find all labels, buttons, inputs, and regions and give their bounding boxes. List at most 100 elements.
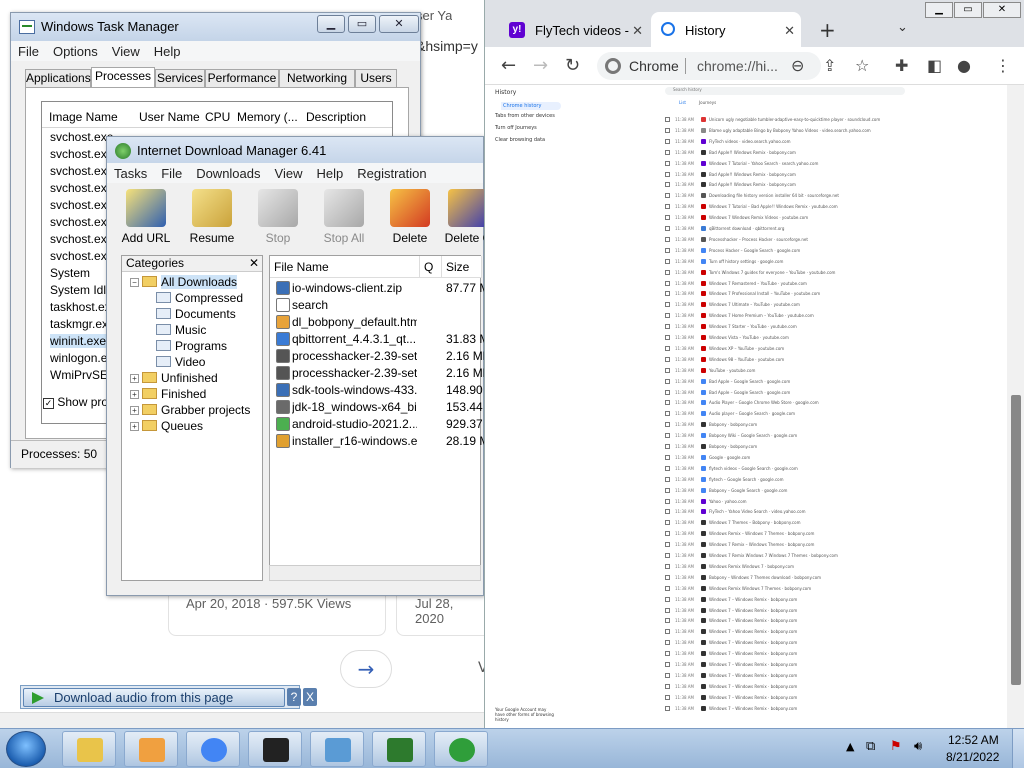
taskbar-app-task-manager[interactable] — [372, 731, 426, 767]
tab-performance[interactable]: Performance — [205, 69, 279, 87]
checkbox-icon[interactable]: ✓ — [43, 398, 54, 409]
taskbar-app-explorer[interactable] — [62, 731, 116, 767]
category-item[interactable]: + Unfinished — [130, 371, 218, 385]
page-title-link[interactable]: Bobpony · bobpony.com — [709, 422, 889, 427]
page-title-link[interactable]: Windows 7 Professional Install – YouTube… — [709, 291, 889, 296]
history-row[interactable]: 11:38 AM Audio Player – Google Chrome Web… — [661, 398, 897, 409]
delete-button[interactable]: Delete — [379, 187, 441, 251]
row-checkbox[interactable] — [665, 553, 670, 558]
history-row[interactable]: 11:38 AM Windows Vista – YouTube · youtub… — [661, 333, 897, 344]
history-row[interactable]: 11:38 AM FlyTech – Yahoo Video Search · v… — [661, 507, 897, 518]
row-checkbox[interactable] — [665, 629, 670, 635]
page-title-link[interactable]: Windows XP – YouTube · youtube.com — [709, 346, 889, 351]
page-title-link[interactable]: Processhacker – Process Hacker · sourcef… — [709, 237, 889, 242]
history-row[interactable]: 11:38 AM Windows 7 – Windows Remix · bobp… — [661, 595, 897, 606]
column-user-name[interactable]: User Name — [139, 110, 200, 124]
minimize-button[interactable]: ▁ — [317, 15, 345, 33]
page-title-link[interactable]: Windows 7 Tutorial – Yahoo Search · sear… — [709, 161, 889, 166]
history-row[interactable]: 11:38 AM Bobpony Wiki – Google Search · g… — [661, 431, 897, 442]
row-checkbox[interactable] — [665, 618, 670, 624]
file-row[interactable]: processhacker-2.39-set... 2.16 ME — [270, 348, 486, 365]
row-checkbox[interactable] — [665, 662, 670, 667]
show-processes-checkbox[interactable]: ✓ Show proc — [43, 395, 114, 409]
close-panel-icon[interactable]: ✕ — [249, 256, 259, 270]
page-title-link[interactable]: Unicorn ugly negotiable tumbler-adaptive… — [709, 117, 889, 122]
background-url-fragment[interactable]: &hsimp=y — [416, 38, 478, 54]
history-row[interactable]: 11:38 AM Downloading file history version… — [661, 191, 897, 202]
page-title-link[interactable]: Windows 7 – Windows Remix · bobpony.com — [709, 608, 889, 613]
page-title-link[interactable]: Windows 7 – Windows Remix · bobpony.com — [709, 706, 889, 711]
file-row[interactable]: installer_r16-windows.exe 28.19 M — [270, 433, 486, 450]
page-title-link[interactable]: Windows Vista – YouTube · youtube.com — [709, 335, 889, 340]
taskbar-app-chrome[interactable] — [186, 731, 240, 767]
row-checkbox[interactable] — [665, 509, 670, 515]
expand-icon[interactable]: + — [130, 406, 139, 415]
taskbar-app-media-player[interactable] — [124, 731, 178, 767]
column-image-name[interactable]: Image Name — [49, 110, 118, 124]
expand-icon[interactable]: + — [130, 374, 139, 383]
page-title-link[interactable]: Bad Apple – Google Search · google.com — [709, 379, 889, 384]
history-row[interactable]: 11:38 AM Windows 7 – Windows Remix · bobp… — [661, 606, 897, 617]
menu-downloads[interactable]: Downloads — [189, 163, 267, 181]
network-icon[interactable]: ⧉ — [866, 739, 875, 754]
history-row[interactable]: 11:38 AM Windows 7 – Windows Remix · bobp… — [661, 682, 897, 693]
page-title-link[interactable]: Windows 7 Home Premium – YouTube · youtu… — [709, 313, 889, 318]
history-row[interactable]: 11:38 AM Windows 7 Remix – Windows Themes… — [661, 540, 897, 551]
history-row[interactable]: 11:38 AM Windows 7 – Windows Remix · bobp… — [661, 704, 897, 715]
expand-icon[interactable]: + — [130, 390, 139, 399]
row-checkbox[interactable] — [665, 215, 670, 221]
page-title-link[interactable]: Bad Apple!! Windows Remix · bobpony.com — [709, 182, 889, 187]
history-row[interactable]: 11:38 AM Windows 7 Starter – YouTube · yo… — [661, 322, 897, 333]
history-row[interactable]: 11:38 AM Windows 7 Professional Install –… — [661, 289, 897, 300]
menu-kebab-icon[interactable]: ⋮ — [995, 56, 1011, 75]
history-row[interactable]: 11:38 AM Windows 7 Home Premium – YouTube… — [661, 311, 897, 322]
row-checkbox[interactable] — [665, 356, 670, 362]
page-title-link[interactable]: Bad Apple – Google Search · google.com — [709, 390, 889, 395]
row-checkbox[interactable] — [665, 640, 670, 646]
history-row[interactable]: 11:38 AM Windows Remix Windows 7 Themes ·… — [661, 584, 897, 595]
maximize-button[interactable]: ▭ — [954, 2, 982, 18]
row-checkbox[interactable] — [665, 574, 670, 580]
history-tab-list[interactable]: List — [679, 100, 686, 105]
taskbar-app-idm[interactable] — [434, 731, 488, 767]
category-item[interactable]: + Grabber projects — [130, 403, 250, 417]
history-row[interactable]: 11:38 AM Bad Apple!! Windows Remix · bobp… — [661, 148, 897, 159]
history-row[interactable]: 11:38 AM Windows 7 Themes – Bobpony · bob… — [661, 518, 897, 529]
page-title-link[interactable]: Windows 7 – Windows Remix · bobpony.com — [709, 695, 889, 700]
file-row[interactable]: io-windows-client.zip 87.77 M — [270, 280, 486, 297]
row-checkbox[interactable] — [665, 498, 670, 504]
row-checkbox[interactable] — [665, 487, 670, 493]
history-row[interactable]: 11:38 AM Bobpony – Google Search · google… — [661, 486, 897, 497]
row-checkbox[interactable] — [665, 160, 670, 166]
close-icon[interactable]: X — [303, 688, 317, 706]
close-tab-icon[interactable]: ✕ — [632, 23, 643, 39]
menu-options[interactable]: Options — [46, 41, 105, 59]
row-checkbox[interactable] — [665, 193, 670, 199]
row-checkbox[interactable] — [665, 127, 670, 133]
vertical-scrollbar[interactable] — [1007, 85, 1024, 728]
start-button[interactable] — [6, 731, 46, 767]
menu-file[interactable]: File — [11, 41, 46, 59]
history-row[interactable]: 11:38 AM Bobpony – Windows 7 Themes downl… — [661, 573, 897, 584]
page-title-link[interactable]: Bobpony · bobpony.com — [709, 444, 889, 449]
tab-users[interactable]: Users — [355, 69, 397, 87]
history-row[interactable]: 11:38 AM Windows 7 – Windows Remix · bobp… — [661, 616, 897, 627]
back-icon[interactable]: ← — [501, 55, 516, 76]
row-checkbox[interactable] — [665, 607, 670, 613]
history-row[interactable]: 11:38 AM Windows 7 Windows Remix Videos ·… — [661, 213, 897, 224]
file-row[interactable]: qbittorrent_4.4.3.1_qt... 31.83 M — [270, 331, 486, 348]
action-center-icon[interactable]: ⚑ — [890, 739, 902, 754]
column-size[interactable]: Size — [442, 256, 482, 278]
row-checkbox[interactable] — [665, 520, 670, 526]
file-row[interactable]: processhacker-2.39-set... 2.16 ME — [270, 365, 486, 382]
page-title-link[interactable]: Windows 7 Remix Windows 7 Windows 7 Them… — [709, 553, 889, 558]
search-history-field[interactable]: Search history — [665, 87, 905, 95]
page-title-link[interactable]: Bobpony – Windows 7 Themes download · bo… — [709, 575, 889, 580]
add-url-button[interactable]: Add URL — [115, 187, 177, 251]
address-bar[interactable]: Chrome chrome://hi... — [597, 52, 821, 80]
close-tab-icon[interactable]: ✕ — [784, 23, 795, 39]
page-title-link[interactable]: Windows 7 Remix – Windows Themes · bobpo… — [709, 542, 889, 547]
expand-icon[interactable]: + — [130, 422, 139, 431]
page-title-link[interactable]: Windows 7 – Windows Remix · bobpony.com — [709, 618, 889, 623]
row-checkbox[interactable] — [665, 531, 670, 537]
